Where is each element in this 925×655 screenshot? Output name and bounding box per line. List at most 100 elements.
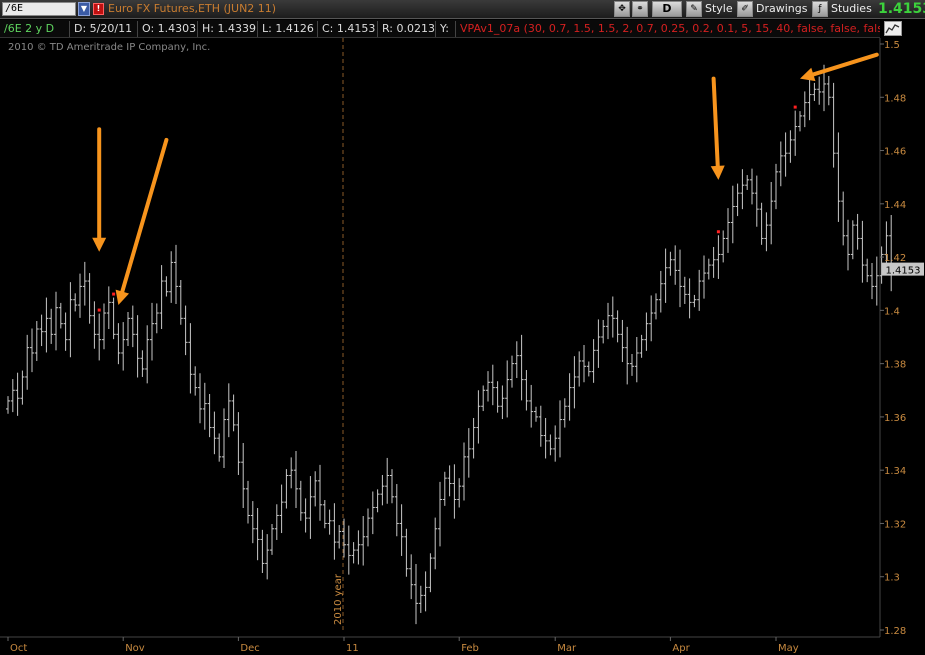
y-axis-ticks: 1.28 1.3 1.32 1.34 1.36 1.38 1.4 1.42 1.44 1.46 1.…: [880, 40, 906, 637]
ohlc-bar: [178, 279, 183, 325]
ohlc-bar: [630, 354, 634, 376]
ohlc-bar: [548, 434, 553, 456]
ohlc-bar: [649, 295, 654, 342]
y-tick-label: 1.42: [884, 253, 906, 264]
ohlc-bar: [706, 258, 711, 280]
ohlc-bar: [567, 373, 572, 421]
ohlc-bar: [193, 366, 198, 396]
ohlc-bar: [678, 249, 682, 308]
ohlc-bar: [380, 474, 385, 506]
ohlc-bar: [82, 261, 87, 306]
annotation-arrow: [115, 137, 169, 306]
ohlc-bar: [63, 312, 68, 351]
ohlc-bar: [145, 325, 150, 384]
ohlc-bar: [524, 370, 529, 411]
ohlc-bar: [682, 276, 687, 304]
ohlc-bar: [658, 270, 663, 313]
ohlc-bar: [596, 319, 601, 368]
ohlc-bar: [807, 77, 812, 121]
ohlc-bar: [562, 398, 567, 428]
year-marker-label: 2010 year: [333, 573, 344, 625]
ohlc-bar: [356, 530, 361, 565]
ohlc-bar: [620, 319, 625, 363]
ohlc-bar: [572, 356, 577, 409]
ohlc-bar: [308, 476, 313, 539]
ohlc-bar: [702, 255, 706, 299]
ohlc-bar: [558, 400, 562, 458]
y-tick-label: 1.44: [884, 200, 906, 211]
x-tick-label: May: [778, 643, 799, 654]
ohlc-bar: [25, 334, 30, 390]
ohlc-bar: [769, 181, 774, 245]
ohlc-bar: [68, 282, 73, 358]
ohlc-bar: [606, 302, 610, 340]
ohlc-bar: [745, 175, 750, 190]
ohlc-bar: [428, 553, 433, 593]
ohlc-bar: [183, 305, 188, 356]
ohlc-bar: [625, 326, 630, 385]
ohlc-chart[interactable]: 2010 year 1.28 1.3 1.32 1.34 1.36 1.38 1.4 1.42…: [0, 0, 925, 655]
ohlc-bar: [246, 480, 250, 524]
ohlc-bar: [265, 534, 270, 580]
ohlc-bar: [601, 319, 606, 344]
ohlc-bar: [30, 328, 34, 373]
ohlc-bar: [783, 132, 788, 177]
ohlc-bar: [495, 381, 500, 413]
ohlc-bar: [519, 334, 524, 401]
ohlc-bar: [298, 480, 303, 521]
ohlc-bar: [764, 212, 769, 252]
ohlc-bar: [433, 517, 438, 570]
y-tick-label: 1.4: [884, 306, 900, 317]
ohlc-bar: [303, 498, 308, 533]
ohlc-bar: [510, 355, 514, 388]
ohlc-bar: [610, 296, 615, 338]
annotation-arrow: [710, 76, 725, 180]
ohlc-bar: [198, 373, 202, 424]
ohlc-bar: [582, 344, 586, 383]
signal-marker: [716, 230, 720, 234]
x-tick-label: Mar: [557, 643, 577, 654]
ohlc-bar: [284, 469, 289, 509]
ohlc-bar: [260, 529, 265, 573]
ohlc-bar: [831, 82, 836, 168]
ohlc-bar: [423, 571, 428, 612]
ohlc-bar: [697, 269, 702, 311]
ohlc-bar: [106, 286, 111, 330]
ohlc-bar: [111, 297, 116, 340]
ohlc-bar: [385, 457, 390, 504]
ohlc-bar: [462, 442, 466, 501]
ohlc-bar: [692, 294, 697, 308]
x-axis-ticks: Oct Nov Dec 11 Feb Mar Apr May: [7, 637, 799, 654]
ohlc-bar: [846, 219, 850, 271]
ohlc-bar: [54, 291, 58, 351]
ohlc-bar: [159, 265, 164, 330]
ohlc-bar: [236, 412, 241, 475]
ohlc-bar: [351, 542, 356, 564]
x-tick-label: Dec: [240, 643, 259, 654]
ohlc-bar: [457, 478, 462, 508]
ohlc-bar: [97, 313, 102, 361]
ohlc-bar: [34, 321, 39, 361]
y-tick-label: 1.38: [884, 360, 906, 371]
ohlc-bar: [44, 297, 49, 353]
ohlc-bar: [274, 504, 279, 540]
price-bars: [6, 64, 894, 625]
ohlc-bar: [634, 337, 639, 383]
ohlc-bar: [447, 465, 452, 497]
ohlc-bar: [164, 276, 169, 297]
ohlc-bar: [639, 334, 644, 358]
y-tick-label: 1.36: [884, 413, 906, 424]
ohlc-bar: [418, 585, 423, 613]
ohlc-bar: [673, 245, 678, 285]
ohlc-bar: [154, 303, 159, 334]
ohlc-bar: [721, 230, 726, 263]
ohlc-bar: [58, 302, 63, 329]
ohlc-bar: [870, 262, 874, 300]
ohlc-bar: [471, 417, 476, 459]
ohlc-bar: [486, 371, 490, 402]
signal-marker: [97, 308, 101, 312]
ohlc-bar: [654, 293, 658, 320]
ohlc-bar: [687, 278, 692, 319]
ohlc-bar: [788, 130, 793, 163]
ohlc-bar: [212, 411, 217, 455]
